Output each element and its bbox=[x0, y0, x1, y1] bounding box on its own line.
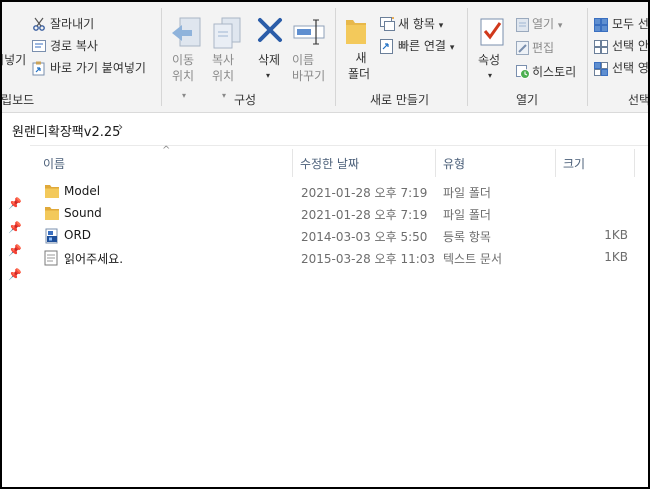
file-type: 파일 폴더 bbox=[443, 208, 491, 222]
organize-group-label: 구성 bbox=[234, 93, 257, 107]
cut-button[interactable]: 잘라내기 bbox=[50, 16, 94, 32]
ribbon: 붙여넣기 잘라내기 경로 복사 바로 가기 붙여넣기 클립보드 bbox=[2, 2, 648, 113]
address-bar[interactable]: 원랜디확장팩v2.25 › bbox=[2, 113, 648, 146]
file-row[interactable]: Model 2021-01-28 오후 7:19 파일 폴더 bbox=[30, 181, 648, 203]
select-all-icon bbox=[594, 18, 608, 32]
folder-icon bbox=[45, 207, 59, 220]
delete-icon bbox=[258, 18, 282, 42]
column-header-name[interactable]: 이름 bbox=[43, 155, 65, 172]
file-name: Sound bbox=[64, 206, 102, 220]
column-header-modified[interactable]: 수정한 날짜 bbox=[300, 155, 359, 172]
pin-icon[interactable]: 📌 bbox=[8, 197, 22, 210]
column-header-size[interactable]: 크기 bbox=[563, 155, 585, 172]
pin-icon[interactable]: 📌 bbox=[8, 268, 22, 281]
new-group-label: 새로 만들기 bbox=[370, 93, 430, 107]
file-size: 1KB bbox=[604, 250, 628, 264]
invert-selection-button[interactable]: 선택 영 bbox=[612, 60, 648, 76]
edit-icon bbox=[516, 41, 529, 55]
select-group: 모두 선 선택 안 선택 영 선택 bbox=[588, 2, 648, 112]
sort-ascending-icon: ^ bbox=[162, 145, 171, 156]
easy-access-icon bbox=[380, 39, 393, 54]
breadcrumb-current-folder[interactable]: 원랜디확장팩v2.25 bbox=[12, 121, 120, 140]
pin-icon[interactable]: 📌 bbox=[8, 221, 22, 234]
explorer-window: 붙여넣기 잘라내기 경로 복사 바로 가기 붙여넣기 클립보드 bbox=[0, 0, 650, 489]
select-group-label: 선택 bbox=[628, 93, 648, 107]
new-group: 새 폴더 새 항목 ▾ 빠른 연결 ▾ 새로 만들기 bbox=[336, 2, 466, 112]
file-name: Model bbox=[64, 184, 101, 198]
file-type: 등록 항목 bbox=[443, 230, 491, 244]
paste-button[interactable]: 붙여넣기 bbox=[2, 52, 26, 68]
open-button[interactable]: 열기 ▾ bbox=[532, 16, 562, 34]
delete-button[interactable]: 삭제 bbox=[258, 52, 280, 68]
file-modified: 2021-01-28 오후 7:19 bbox=[301, 186, 428, 200]
open-icon bbox=[516, 18, 529, 32]
select-all-button[interactable]: 모두 선 bbox=[612, 16, 648, 32]
pin-icon[interactable]: 📌 bbox=[8, 244, 22, 257]
paste-shortcut-icon bbox=[32, 61, 45, 76]
clipboard-group: 붙여넣기 잘라내기 경로 복사 바로 가기 붙여넣기 클립보드 bbox=[2, 2, 160, 112]
properties-button[interactable]: 속성 bbox=[478, 52, 500, 68]
move-to-button[interactable]: 이동 위치 bbox=[172, 52, 194, 84]
new-folder-icon bbox=[346, 20, 366, 44]
select-none-button[interactable]: 선택 안 bbox=[612, 38, 648, 54]
copy-path-icon bbox=[32, 40, 46, 52]
copy-to-icon bbox=[213, 17, 241, 49]
easy-access-button[interactable]: 빠른 연결 ▾ bbox=[398, 38, 454, 56]
file-type: 파일 폴더 bbox=[443, 186, 491, 200]
move-to-icon bbox=[172, 17, 201, 47]
navigation-pane: 📌 📌 📌 📌 bbox=[2, 145, 30, 487]
column-header-type[interactable]: 유형 bbox=[443, 155, 465, 172]
scissors-icon bbox=[33, 17, 45, 31]
clipboard-group-label: 클립보드 bbox=[1, 93, 35, 107]
invert-selection-icon bbox=[594, 62, 608, 76]
column-header-row: ^ 이름 수정한 날짜 유형 크기 bbox=[30, 145, 648, 179]
rename-icon bbox=[293, 19, 325, 45]
rename-button[interactable]: 이름 바꾸기 bbox=[292, 52, 325, 84]
file-modified: 2015-03-28 오후 11:03 bbox=[301, 252, 436, 266]
new-folder-button[interactable]: 새 폴더 bbox=[348, 50, 370, 82]
select-none-icon bbox=[594, 40, 608, 54]
file-modified: 2014-03-03 오후 5:50 bbox=[301, 230, 428, 244]
text-document-icon bbox=[44, 250, 58, 266]
registry-icon bbox=[45, 228, 58, 244]
folder-icon bbox=[45, 185, 59, 198]
open-group: 속성 ▾ 열기 ▾ 편집 히스토리 열기 bbox=[478, 16, 577, 107]
file-name: ORD bbox=[64, 228, 92, 242]
file-size: 1KB bbox=[604, 228, 628, 242]
file-row[interactable]: 읽어주세요. 2015-03-28 오후 11:03 텍스트 문서 1KB bbox=[30, 247, 648, 269]
copy-to-button[interactable]: 복사 위치 bbox=[212, 52, 234, 84]
file-row[interactable]: ORD 2014-03-03 오후 5:50 등록 항목 1KB bbox=[30, 225, 648, 247]
open-group-label: 열기 bbox=[516, 93, 539, 107]
organize-group: 이동 위치 ▾ 복사 위치 ▾ 삭제 ▾ 이름 바꾸기 구성 bbox=[162, 2, 334, 112]
paste-shortcut-button[interactable]: 바로 가기 붙여넣기 bbox=[50, 60, 146, 76]
file-modified: 2021-01-28 오후 7:19 bbox=[301, 208, 428, 222]
breadcrumb-chevron-icon[interactable]: › bbox=[118, 120, 123, 135]
history-icon bbox=[516, 65, 530, 79]
properties-icon bbox=[480, 18, 504, 46]
edit-button[interactable]: 편집 bbox=[532, 40, 554, 56]
new-item-icon bbox=[380, 17, 395, 31]
history-button[interactable]: 히스토리 bbox=[532, 64, 576, 80]
copy-path-button[interactable]: 경로 복사 bbox=[50, 38, 98, 54]
file-row[interactable]: Sound 2021-01-28 오후 7:19 파일 폴더 bbox=[30, 203, 648, 225]
file-type: 텍스트 문서 bbox=[443, 252, 503, 266]
file-name: 읽어주세요. bbox=[64, 252, 124, 266]
new-item-button[interactable]: 새 항목 ▾ bbox=[398, 16, 443, 34]
